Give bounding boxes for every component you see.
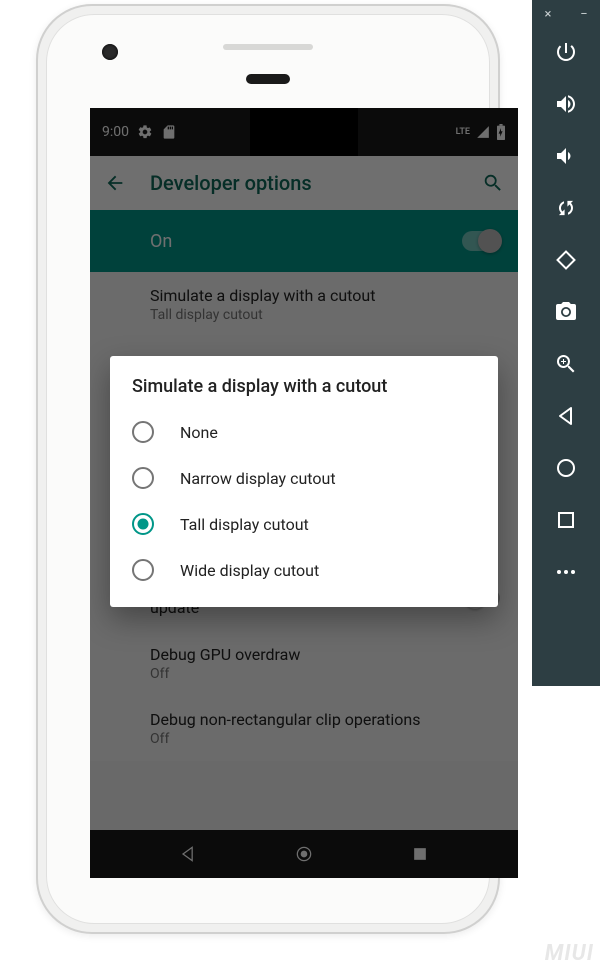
- phone-frame: 9:00 LTE Developer options: [36, 4, 500, 934]
- cutout-dialog: Simulate a display with a cutout None Nar…: [110, 356, 498, 607]
- emulator-more-button[interactable]: [542, 548, 590, 596]
- triangle-back-icon: [554, 404, 578, 428]
- power-icon: [554, 40, 578, 64]
- option-label: Tall display cutout: [180, 515, 309, 534]
- emulator-power-button[interactable]: [542, 28, 590, 76]
- phone-camera: [102, 44, 118, 60]
- option-label: Wide display cutout: [180, 561, 319, 580]
- phone-screen: 9:00 LTE Developer options: [90, 108, 518, 878]
- emulator-volume-up-button[interactable]: [542, 80, 590, 128]
- volume-down-icon: [554, 144, 578, 168]
- volume-up-icon: [554, 92, 578, 116]
- dialog-option-1[interactable]: Narrow display cutout: [110, 455, 498, 501]
- radio-icon: [132, 559, 154, 581]
- emulator-screenshot-button[interactable]: [542, 288, 590, 336]
- zoom-in-icon: [554, 352, 578, 376]
- dialog-option-3[interactable]: Wide display cutout: [110, 547, 498, 593]
- emulator-overview-button[interactable]: [542, 496, 590, 544]
- camera-icon: [554, 300, 578, 324]
- emulator-rotate-left-button[interactable]: [542, 184, 590, 232]
- dialog-option-2[interactable]: Tall display cutout: [110, 501, 498, 547]
- more-horiz-icon: [554, 560, 578, 584]
- watermark: MIUI: [545, 941, 594, 966]
- option-label: Narrow display cutout: [180, 469, 336, 488]
- emulator-rotate-right-button[interactable]: [542, 236, 590, 284]
- emulator-volume-down-button[interactable]: [542, 132, 590, 180]
- emulator-back-button[interactable]: [542, 392, 590, 440]
- dialog-title: Simulate a display with a cutout: [110, 376, 498, 409]
- emulator-zoom-button[interactable]: [542, 340, 590, 388]
- emulator-sidebar: × −: [532, 0, 600, 686]
- radio-icon: [132, 467, 154, 489]
- emulator-minimize-button[interactable]: −: [576, 6, 592, 22]
- square-overview-icon: [554, 508, 578, 532]
- option-label: None: [180, 423, 218, 442]
- circle-home-icon: [554, 456, 578, 480]
- phone-sensor: [246, 74, 290, 84]
- phone-speaker: [223, 44, 313, 50]
- rotate-right-icon: [554, 248, 578, 272]
- emulator-close-button[interactable]: ×: [540, 6, 556, 22]
- radio-icon: [132, 421, 154, 443]
- emulator-home-button[interactable]: [542, 444, 590, 492]
- radio-icon: [132, 513, 154, 535]
- dialog-option-0[interactable]: None: [110, 409, 498, 455]
- rotate-left-icon: [554, 196, 578, 220]
